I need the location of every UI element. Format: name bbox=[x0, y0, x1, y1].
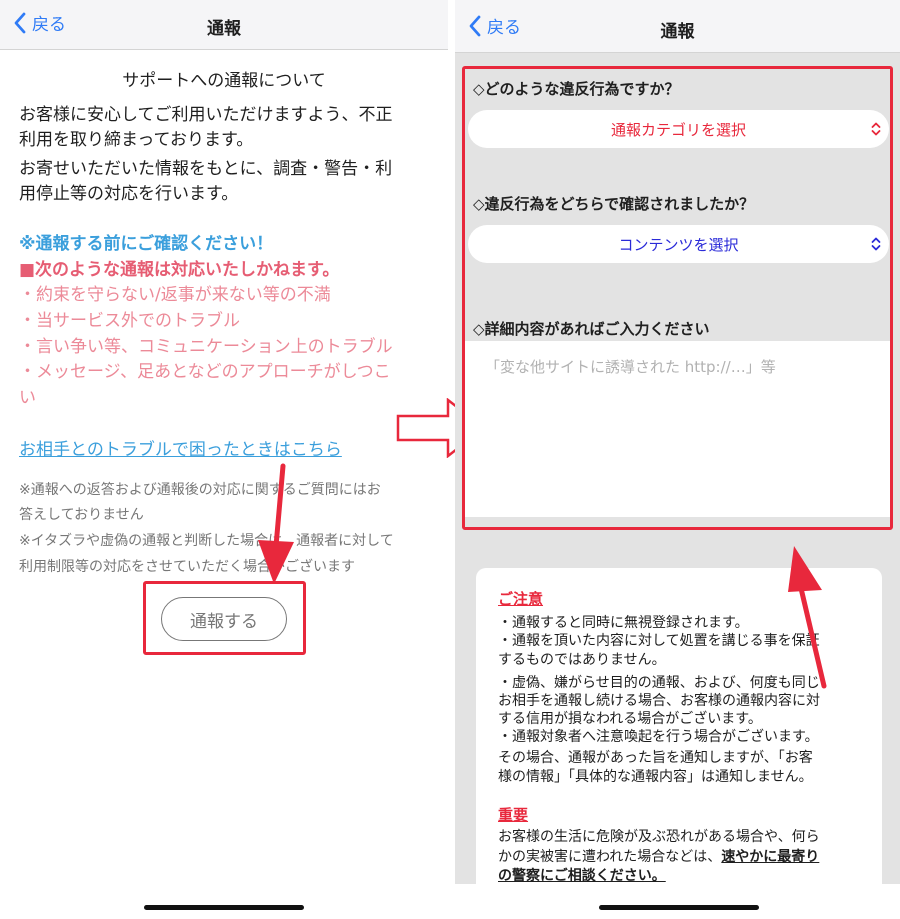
caution-line: ・通報すると同時に無視登録されます。 bbox=[498, 615, 749, 631]
caution-line: お相手を通報し続ける場合、お客様の通報内容に対 bbox=[498, 693, 820, 709]
left-screen: 戻る 通報 サポートへの通報について お客様に安心してご利用いただけますよう、不… bbox=[0, 0, 448, 919]
caution-line: 様の情報」「具体的な通報内容」は通知しません。 bbox=[498, 769, 813, 785]
caution-line: ・虚偽、嫌がらせ目的の通報、および、何度も同じ bbox=[498, 675, 820, 691]
highlight-box bbox=[143, 581, 306, 655]
important-text: かの実被害に遭われた場合などは、 bbox=[498, 849, 722, 865]
home-indicator bbox=[599, 905, 759, 910]
right-screen: 戻る 通報 ◇どのような違反行為ですか？ 通報カテゴリを選択 ◇違反行為をどちら… bbox=[455, 0, 900, 919]
important-line: かの実被害に遭われた場合などは、速やかに最寄り bbox=[498, 846, 819, 866]
nav-title: 通報 bbox=[207, 19, 241, 39]
example-item: ・当サービス外でのトラブル bbox=[19, 311, 240, 331]
intro-line: 用停止等の対応を行います。 bbox=[19, 184, 239, 204]
intro-line: お客様に安心してご利用いただけますよう、不正 bbox=[19, 105, 393, 125]
note-line: ※イタズラや虚偽の通報と判断した場合は、通報者に対して bbox=[19, 533, 394, 549]
bottom-safe-area bbox=[455, 884, 900, 919]
highlight-box bbox=[462, 66, 893, 530]
navigation-bar: 戻る 通報 bbox=[0, 0, 448, 50]
intro-line: 利用を取り締まっております。 bbox=[19, 130, 254, 150]
important-title: 重要 bbox=[498, 806, 529, 824]
example-item: ・約束を守らない/返事が来ない等の不満 bbox=[19, 285, 331, 305]
example-item: い bbox=[19, 388, 36, 408]
important-line: お客様の生活に危険が及ぶ恐れがある場合や、何ら bbox=[498, 829, 820, 845]
nav-title: 通報 bbox=[660, 22, 695, 42]
caution-line: する信用が損なわれる場合がございます。 bbox=[498, 711, 762, 727]
trouble-help-link[interactable]: お相手とのトラブルで困ったときはこちら bbox=[19, 435, 342, 460]
intro-line: お寄せいただいた情報をもとに、調査・警告・利 bbox=[19, 159, 393, 179]
example-item: ・メッセージ、足あとなどのアプローチがしつこ bbox=[19, 362, 391, 382]
caution-line: その場合、通報があった旨を通知しますが、「お客 bbox=[498, 750, 813, 766]
pointer-arrow-icon bbox=[788, 546, 827, 689]
page-heading: サポートへの通報について bbox=[122, 71, 326, 91]
pointer-arrow-icon bbox=[258, 463, 294, 584]
confirm-notice: ※通報する前にご確認ください！ bbox=[19, 234, 274, 254]
caution-line: ・通報対象者へ注意喚起を行う場合がございます。 bbox=[498, 729, 819, 745]
important-emphasis: 速やかに最寄り bbox=[721, 849, 820, 865]
caution-title: ご注意 bbox=[498, 590, 544, 608]
important-emphasis: の警察にご相談ください。 bbox=[498, 868, 666, 884]
example-item: ・言い争い等、コミュニケーション上のトラブル bbox=[19, 337, 393, 357]
home-indicator bbox=[144, 905, 304, 910]
caution-line: するものではありません。 bbox=[498, 652, 666, 668]
navigation-bar: 戻る 通報 bbox=[455, 0, 900, 53]
cannot-handle-heading: ■次のような通報は対応いたしかねます。 bbox=[19, 260, 340, 280]
caution-line: ・通報を頂いた内容に対して処置を講じる事を保証 bbox=[498, 633, 820, 649]
note-line: 答えしておりません bbox=[19, 507, 144, 523]
note-line: ※通報への返答および通報後の対応に関するご質問にはお bbox=[19, 482, 381, 498]
